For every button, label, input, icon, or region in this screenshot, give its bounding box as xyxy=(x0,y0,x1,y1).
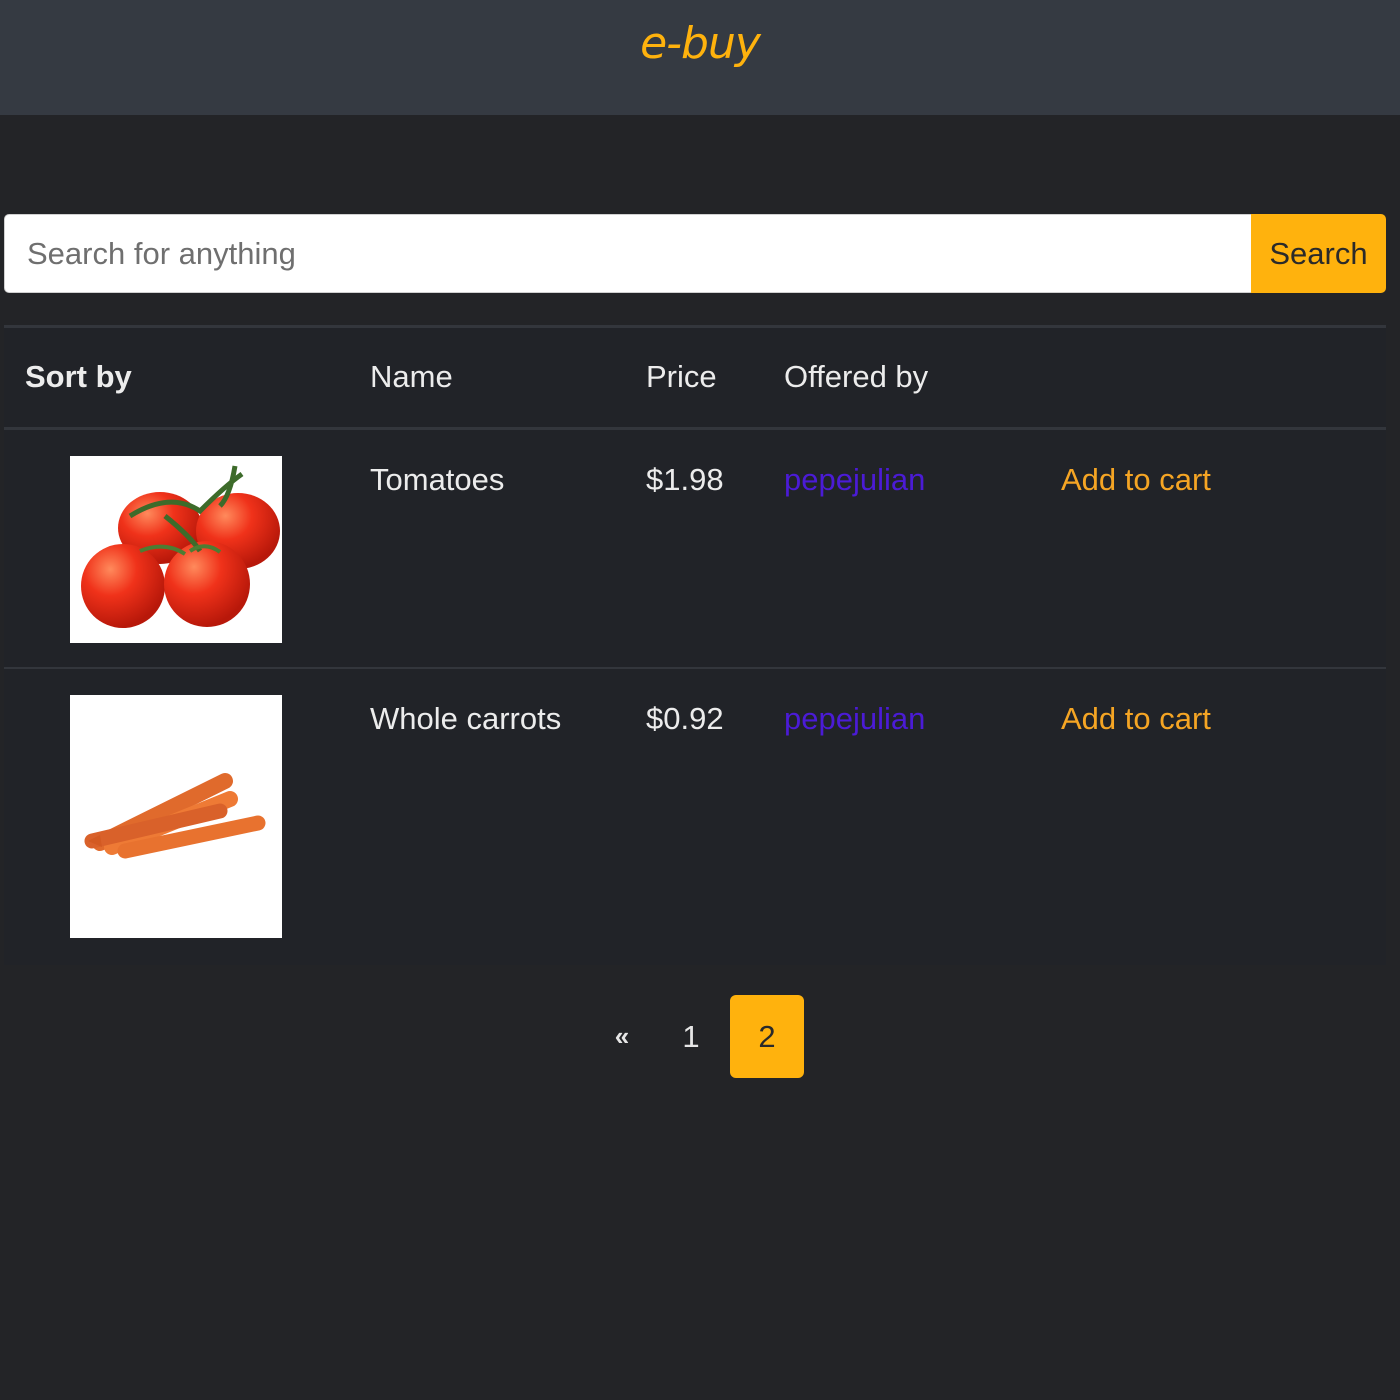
navbar: e-buy xyxy=(0,0,1400,115)
product-table: Sort by Name Price Offered by Tomatoes $… xyxy=(4,325,1386,965)
search-bar: Search xyxy=(4,214,1386,293)
product-name: Tomatoes xyxy=(370,462,505,497)
pagination-prev-button[interactable]: « xyxy=(596,995,648,1078)
search-input[interactable] xyxy=(4,214,1251,293)
table-top-divider xyxy=(4,325,1386,328)
product-price: $0.92 xyxy=(646,701,724,736)
column-header-price[interactable]: Price xyxy=(646,359,717,395)
product-name: Whole carrots xyxy=(370,701,562,736)
column-header-name[interactable]: Name xyxy=(370,359,453,395)
brand-logo[interactable]: e-buy xyxy=(0,18,1400,69)
add-to-cart-link[interactable]: Add to cart xyxy=(1061,701,1211,737)
column-header-offered-by[interactable]: Offered by xyxy=(784,359,928,395)
tomatoes-image xyxy=(81,465,280,628)
product-image-carrots[interactable] xyxy=(70,695,282,938)
header-divider xyxy=(4,427,1386,430)
vendor-link[interactable]: pepejulian xyxy=(784,701,925,737)
search-button[interactable]: Search xyxy=(1251,214,1386,293)
carrots-image xyxy=(84,773,266,859)
sort-by-label: Sort by xyxy=(25,359,132,394)
pagination: « 1 2 xyxy=(0,995,1400,1078)
vendor-link[interactable]: pepejulian xyxy=(784,462,925,498)
brand-text: e-buy xyxy=(640,18,761,69)
pagination-page-1[interactable]: 1 xyxy=(660,995,722,1078)
row-divider xyxy=(4,667,1386,669)
product-image-tomatoes[interactable] xyxy=(70,456,282,643)
pagination-page-2[interactable]: 2 xyxy=(730,995,804,1078)
product-price: $1.98 xyxy=(646,462,724,497)
add-to-cart-link[interactable]: Add to cart xyxy=(1061,462,1211,498)
